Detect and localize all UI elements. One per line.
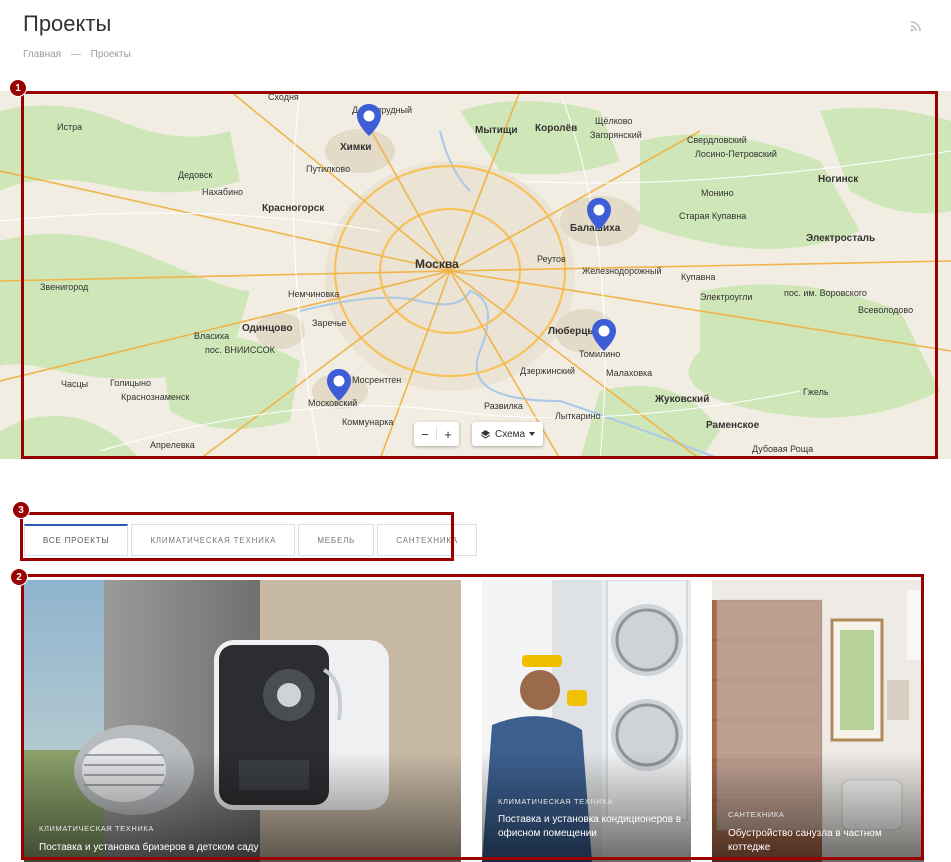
annotation-badge-2: 2 <box>10 568 28 586</box>
breadcrumb-current: Проекты <box>90 49 131 60</box>
breadcrumb-home[interactable]: Главная <box>23 49 61 60</box>
page-root: Проекты Главная — Проекты Москва Химки М… <box>0 0 951 862</box>
breadcrumb: Главная — Проекты <box>23 49 131 60</box>
annotation-box-tabs <box>20 512 454 561</box>
annotation-badge-3: 3 <box>12 501 30 519</box>
breadcrumb-separator: — <box>70 49 81 60</box>
annotation-box-cards <box>21 574 924 860</box>
rss-icon[interactable] <box>910 20 922 32</box>
annotation-badge-1: 1 <box>9 79 27 97</box>
annotation-box-map <box>21 91 938 459</box>
page-title: Проекты <box>23 11 112 36</box>
